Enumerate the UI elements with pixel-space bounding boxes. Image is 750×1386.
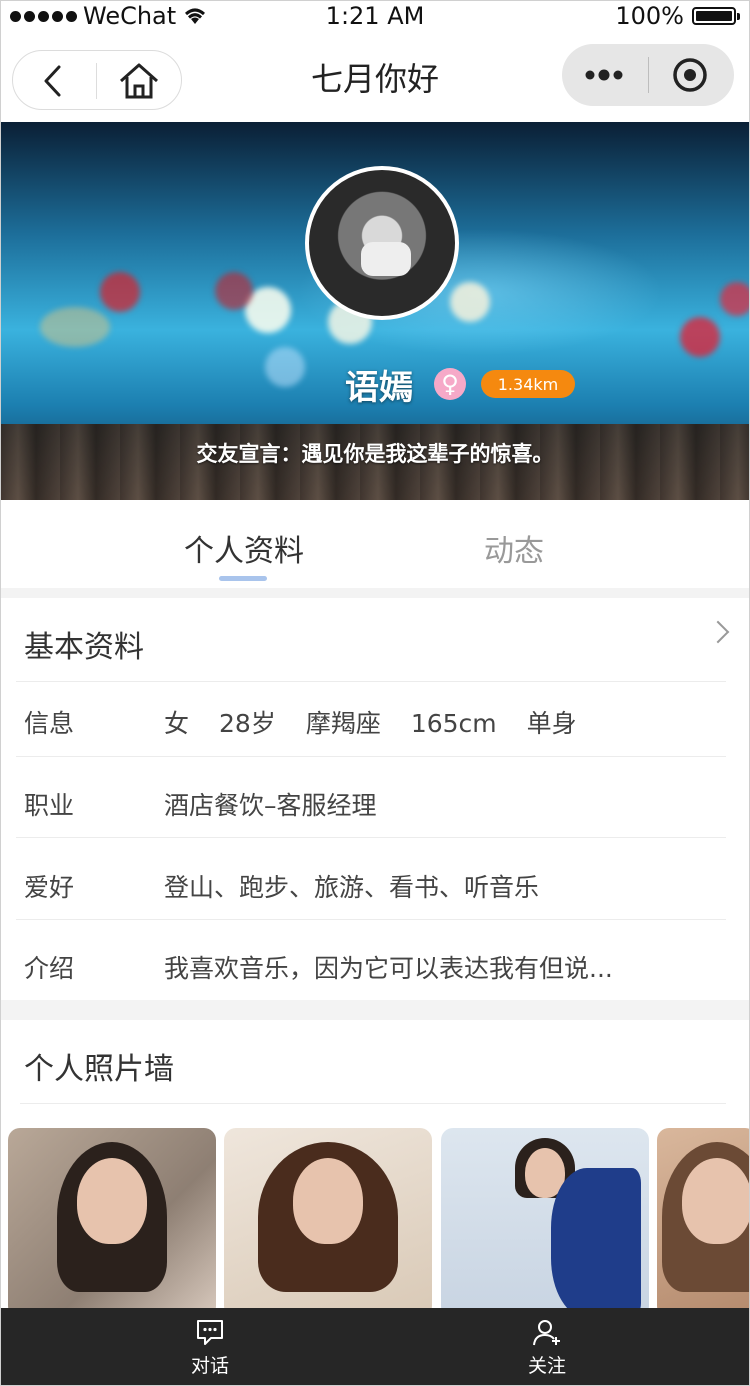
chat-label: 对话 [190, 1354, 229, 1377]
follow-label: 关注 [527, 1354, 566, 1377]
introduction-label: 介绍 [24, 954, 75, 983]
bokeh-light [680, 317, 720, 357]
photo-dress [551, 1168, 641, 1318]
divider [16, 919, 726, 920]
photo-face [682, 1158, 750, 1244]
relationship-value: 单身 [526, 709, 577, 738]
nav-capsule-right [562, 44, 734, 106]
bottom-action-bar: 对话 关注 [0, 1308, 750, 1386]
info-label: 信息 [24, 709, 75, 738]
info-values: 女 28岁 摩羯座 165cm 单身 [164, 704, 607, 740]
zodiac-value: 摩羯座 [305, 709, 381, 738]
hobbies-label: 爱好 [24, 873, 75, 902]
female-gender-icon: ♀ [434, 368, 466, 400]
more-dots-icon [585, 69, 623, 81]
distance-badge: 1.34km [481, 370, 575, 398]
status-right: 100% [615, 2, 740, 30]
photo-wall-section: 个人照片墙 [0, 1020, 750, 1318]
bokeh-light [40, 307, 110, 347]
photo-thumbnail[interactable] [8, 1128, 216, 1318]
tab-profile[interactable]: 个人资料 [184, 526, 304, 570]
capsule-separator [648, 57, 649, 93]
navigation-bar: 七月你好 [0, 34, 750, 122]
photo-thumbnail[interactable] [657, 1128, 750, 1318]
introduction-value: 我喜欢音乐，因为它可以表达我有但说... [164, 954, 613, 983]
chat-bubble-icon [197, 1319, 223, 1345]
bokeh-light [100, 272, 140, 312]
target-close-icon [673, 58, 707, 92]
photo-thumbnail[interactable] [224, 1128, 432, 1318]
close-miniprogram-button[interactable] [650, 45, 730, 105]
active-tab-indicator [219, 576, 267, 581]
info-row: 信息 女 28岁 摩羯座 165cm 单身 [0, 682, 750, 762]
photo-face [77, 1158, 147, 1244]
chat-button[interactable]: 对话 [140, 1308, 280, 1386]
chevron-right-icon[interactable] [706, 620, 730, 644]
divider [20, 1103, 726, 1104]
occupation-value: 酒店餐饮–客服经理 [164, 791, 377, 820]
divider [16, 837, 726, 838]
add-user-icon [533, 1319, 560, 1345]
basic-info-section: 基本资料 信息 女 28岁 摩羯座 165cm 单身 职业 酒店餐饮–客服经理 爱好 登… [0, 598, 750, 1000]
basic-info-title: 基本资料 [24, 630, 144, 665]
bokeh-light [215, 272, 253, 310]
hobbies-value: 登山、跑步、旅游、看书、听音乐 [164, 873, 540, 902]
bokeh-light [450, 282, 490, 322]
age-value: 28岁 [219, 709, 276, 738]
introduction-row: 介绍 我喜欢音乐，因为它可以表达我有但说... [0, 927, 750, 1007]
occupation-row: 职业 酒店餐饮–客服经理 [0, 764, 750, 844]
photo-wall-title: 个人照片墙 [24, 1052, 174, 1087]
follow-button[interactable]: 关注 [477, 1308, 617, 1386]
more-button[interactable] [564, 45, 644, 105]
profile-name: 语嫣 [345, 368, 413, 408]
occupation-label: 职业 [24, 791, 75, 820]
status-bar: WeChat 1:21 AM 100% [0, 0, 750, 34]
profile-tabs: 个人资料 动态 [0, 500, 750, 588]
avatar-face-mask [361, 242, 411, 276]
height-value: 165cm [410, 709, 497, 738]
tab-moments[interactable]: 动态 [484, 526, 544, 570]
dating-motto: 交友宣言：遇见你是我这辈子的惊喜。 [196, 442, 554, 466]
photo-face [293, 1158, 363, 1244]
avatar[interactable] [305, 166, 459, 320]
battery-icon [692, 7, 740, 25]
divider [16, 756, 726, 757]
profile-hero: 语嫣 ♀ 1.34km 交友宣言：遇见你是我这辈子的惊喜。 [0, 122, 750, 500]
gender-value: 女 [164, 709, 190, 738]
battery-percent: 100% [615, 2, 684, 30]
bokeh-light [720, 282, 750, 316]
hobbies-row: 爱好 登山、跑步、旅游、看书、听音乐 [0, 846, 750, 926]
photo-thumbnail[interactable] [441, 1128, 649, 1318]
bokeh-light [265, 347, 305, 387]
